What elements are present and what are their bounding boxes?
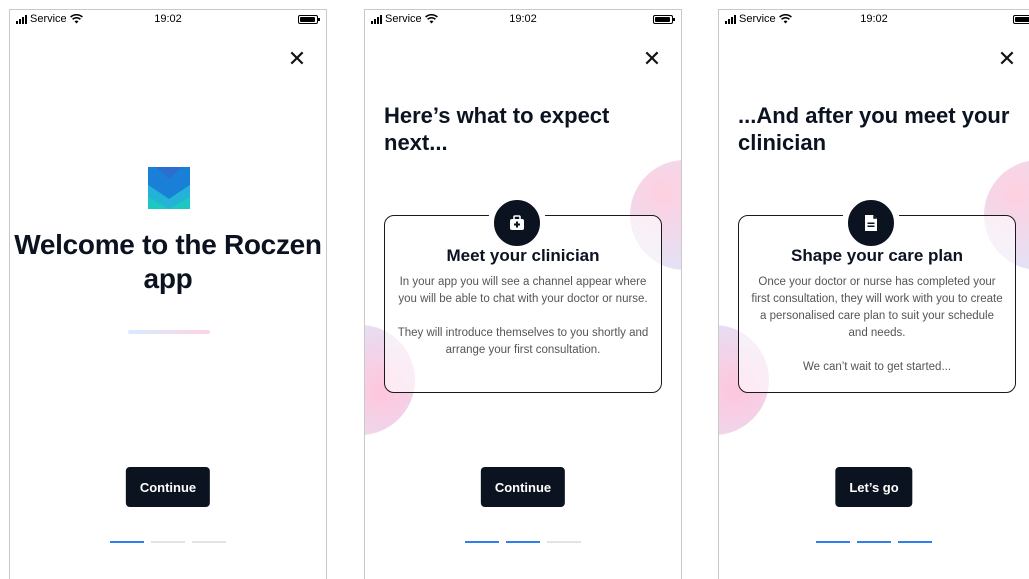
status-time: 19:02 [154, 13, 182, 25]
status-bar: Service 19:02 [10, 10, 326, 30]
status-bar: Service 19:02 [365, 10, 681, 30]
continue-button[interactable]: Continue [125, 467, 211, 507]
card-icon-badge [488, 194, 546, 252]
page-dot-1 [465, 541, 499, 543]
card-body: In your app you will see a channel appea… [395, 274, 651, 376]
close-icon[interactable]: ✕ [286, 48, 308, 70]
status-time: 19:02 [509, 13, 537, 25]
page-dot-2 [151, 541, 185, 543]
page-indicator [719, 541, 1029, 543]
card-paragraph-1: In your app you will see a channel appea… [398, 276, 648, 305]
status-time: 19:02 [860, 13, 888, 25]
page-dot-1 [110, 541, 144, 543]
onboarding-screen-welcome: Service 19:02 ✕ Welcome to the Roczen ap… [9, 9, 327, 579]
onboarding-screen-expect-next: Service 19:02 ✕ Here’s what to expect ne… [364, 9, 682, 579]
page-heading: Here’s what to expect next... [384, 103, 610, 155]
page-dot-1 [816, 541, 850, 543]
page-indicator [365, 541, 681, 543]
status-bar: Service 19:02 [719, 10, 1029, 30]
page-heading: ...And after you meet your clinician [738, 103, 1010, 155]
lets-go-button[interactable]: Let’s go [835, 467, 913, 507]
info-card: Shape your care plan Once your doctor or… [738, 194, 1016, 393]
welcome-title: Welcome to the Roczen app [14, 229, 322, 294]
page-indicator [10, 541, 326, 543]
card-paragraph-2: We can’t wait to get started... [802, 361, 952, 373]
card-paragraph-1: Once your doctor or nurse has completed … [751, 276, 1003, 339]
page-dot-3 [192, 541, 226, 543]
card-title: Shape your care plan [791, 246, 963, 265]
page-dot-2 [857, 541, 891, 543]
document-icon [865, 215, 877, 231]
page-dot-3 [898, 541, 932, 543]
roczen-logo [148, 167, 190, 209]
card-icon-badge [842, 194, 900, 252]
continue-button[interactable]: Continue [480, 467, 566, 507]
close-icon[interactable]: ✕ [996, 48, 1018, 70]
page-dot-2 [506, 541, 540, 543]
close-icon[interactable]: ✕ [641, 48, 663, 70]
decorative-gradient-divider [128, 330, 210, 334]
card-body: Once your doctor or nurse has completed … [749, 274, 1005, 393]
page-dot-3 [547, 541, 581, 543]
battery-icon [653, 15, 675, 24]
card-title: Meet your clinician [446, 246, 600, 265]
onboarding-screen-after-meeting: Service 19:02 ✕ ...And after you meet yo… [718, 9, 1029, 579]
info-card: Meet your clinician In your app you will… [384, 194, 662, 393]
battery-icon [1013, 15, 1029, 24]
battery-icon [298, 15, 320, 24]
card-paragraph-2: They will introduce themselves to you sh… [397, 327, 649, 356]
medical-kit-icon [510, 215, 524, 230]
